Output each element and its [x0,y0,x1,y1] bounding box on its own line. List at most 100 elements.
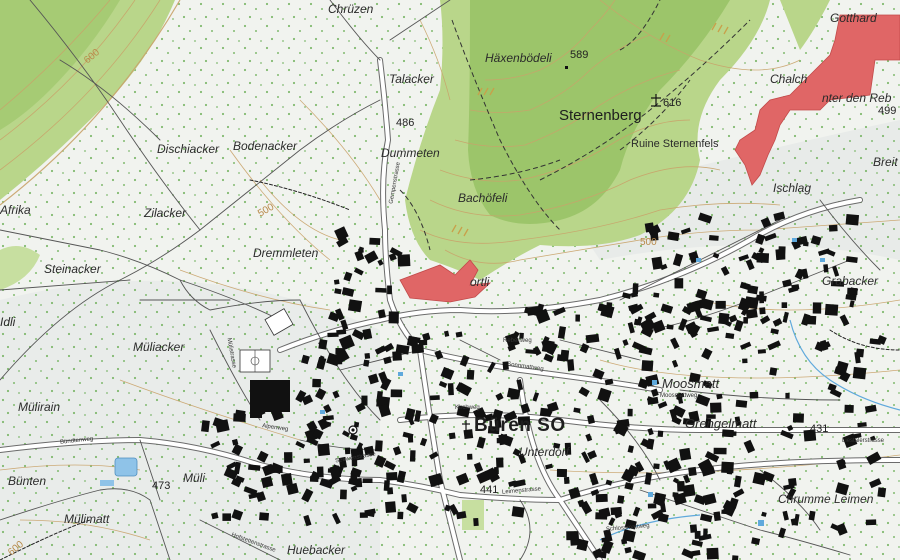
place-label-unterdorf: Unterdorf [519,445,570,459]
place-label-talacker: Talacker [389,72,434,86]
place-label-muliacker: Müliacker [133,340,185,354]
building [847,287,858,295]
building [283,452,293,463]
building [386,472,398,481]
building [447,383,454,396]
building [222,513,231,521]
building [466,369,475,380]
building [364,352,371,359]
building [812,302,822,314]
building [392,351,403,361]
elevation-label: 589 [570,49,589,61]
building [743,317,748,324]
building [710,402,722,413]
building [828,224,838,232]
elevation-label: 441 [480,484,499,496]
building [448,432,456,440]
building [605,302,613,314]
building [865,519,877,526]
building [363,359,370,367]
building [844,404,854,413]
building [731,555,739,560]
building [735,399,748,408]
building [742,358,748,364]
place-label-bodenacker: Bodenacker [233,139,298,153]
building [575,314,580,322]
elevation-label: 486 [396,117,415,129]
building [778,246,786,258]
building [667,231,680,242]
place-label-dummeten: Dummeten [381,146,440,160]
building [280,473,293,486]
building [803,315,817,325]
place-label-dischiacker: Dischiacker [157,142,220,156]
building [388,311,399,324]
building [455,331,463,338]
building [347,299,363,313]
place-label-chruzen: Chrüzen [328,2,374,16]
building [845,214,860,226]
building [369,237,381,246]
building [556,354,566,362]
street-label: Rebenweg [503,338,532,344]
place-label-chalch: Chalch [770,72,808,86]
building [682,484,696,498]
building [327,332,339,338]
building [374,440,383,452]
building [339,489,347,500]
building [824,303,839,316]
place-label-bachofeli: Bachöfeli [458,191,508,205]
elevation-label: 616 [663,97,682,109]
building [303,458,310,464]
building [566,531,579,541]
place-label-sternenberg: Sternenberg [559,107,642,124]
place-label-grengelmatt: Grengelmatt [685,416,757,431]
building [706,547,719,560]
place-label-steinacker: Steinacker [44,262,101,276]
building [688,466,697,477]
building [361,395,368,406]
place-label-ortli: ortli [470,275,490,289]
building [641,360,654,372]
place-label-zilacker: Zilacker [144,206,187,220]
building [375,287,387,293]
topographic-map[interactable]: Chrüzen Häxenbödeli 589 Talacker Sternen… [0,0,900,560]
building [409,450,416,462]
building [467,453,473,460]
building [674,278,684,289]
place-label-afrika: Afrika [0,203,31,217]
building [769,367,778,376]
building [785,392,790,399]
map-canvas[interactable] [0,0,900,560]
building [418,339,428,346]
building [496,457,504,468]
building [715,300,726,309]
building [651,256,664,270]
place-label-hinter-den-reb: nter den Reb [822,91,892,105]
building [679,447,692,461]
elevation-label: 473 [152,480,171,492]
elevation-label: 431 [810,423,829,435]
building [756,252,770,264]
building [759,307,766,315]
place-label-mulirain: Mülirain [18,400,61,414]
building [617,495,625,504]
building [781,302,788,308]
elevation-label: 499 [878,105,897,117]
building [383,480,390,491]
place-label-idli: Idli [0,315,16,329]
building [852,366,867,380]
street-label: Kirchweg [455,405,480,411]
building [694,530,701,539]
place-label-mulimatt: Mülimatt [64,512,110,526]
building [397,511,404,520]
building [259,512,270,521]
building [429,395,440,401]
building [627,408,633,417]
building [201,420,210,433]
building [823,264,829,273]
building [726,468,733,475]
building [358,248,364,253]
building [556,468,567,478]
building [312,378,321,388]
